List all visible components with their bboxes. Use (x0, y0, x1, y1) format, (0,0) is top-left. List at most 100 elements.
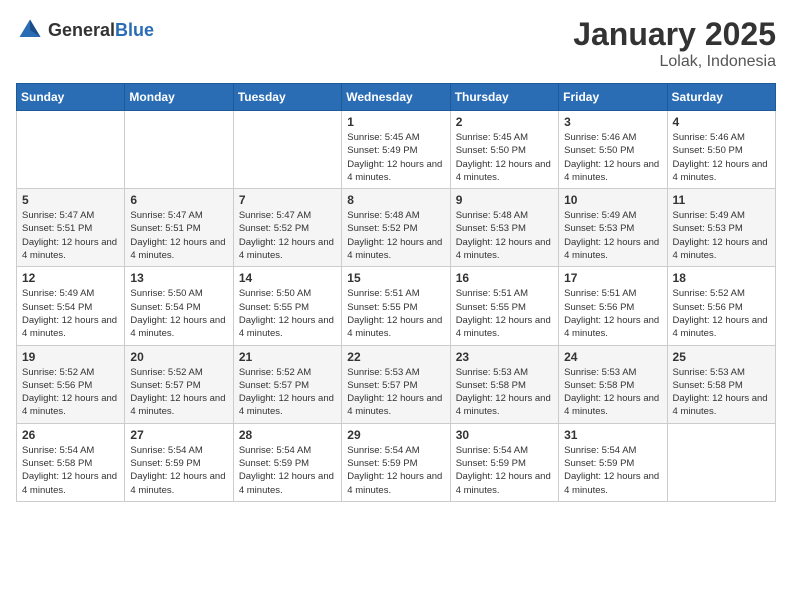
day-number: 30 (456, 428, 553, 442)
logo: GeneralBlue (16, 16, 154, 44)
calendar-cell: 29 Sunrise: 5:54 AMSunset: 5:59 PMDayligh… (342, 423, 450, 501)
day-info: Sunrise: 5:49 AMSunset: 5:53 PMDaylight:… (564, 209, 661, 262)
day-number: 24 (564, 350, 661, 364)
day-number: 5 (22, 193, 119, 207)
day-number: 3 (564, 115, 661, 129)
day-number: 4 (673, 115, 770, 129)
day-number: 14 (239, 271, 336, 285)
logo-icon (16, 16, 44, 44)
calendar-cell (667, 423, 775, 501)
calendar-cell: 26 Sunrise: 5:54 AMSunset: 5:58 PMDayligh… (17, 423, 125, 501)
day-info: Sunrise: 5:54 AMSunset: 5:59 PMDaylight:… (347, 444, 444, 497)
day-number: 25 (673, 350, 770, 364)
weekday-header: Tuesday (233, 84, 341, 111)
calendar-cell: 28Sunrise: 5:54 AMSunset: 5:59 PMDayligh… (233, 423, 341, 501)
day-info: Sunrise: 5:51 AMSunset: 5:55 PMDaylight:… (347, 287, 444, 340)
calendar-cell: 2Sunrise: 5:45 AMSunset: 5:50 PMDaylight… (450, 111, 558, 189)
weekday-header: Monday (125, 84, 233, 111)
day-info: Sunrise: 5:50 AMSunset: 5:54 PMDaylight:… (130, 287, 227, 340)
day-number: 2 (456, 115, 553, 129)
calendar-cell: 31 Sunrise: 5:54 AMSunset: 5:59 PMDayligh… (559, 423, 667, 501)
day-info: Sunrise: 5:54 AMSunset: 5:59 PMDaylight:… (564, 444, 661, 497)
calendar-cell: 7 Sunrise: 5:47 AMSunset: 5:52 PMDaylight… (233, 189, 341, 267)
day-info: Sunrise: 5:53 AMSunset: 5:58 PMDaylight:… (673, 366, 770, 419)
day-info: Sunrise: 5:54 AMSunset: 5:59 PMDaylight:… (456, 444, 553, 497)
title-block: January 2025 Lolak, Indonesia (573, 16, 776, 71)
day-number: 21 (239, 350, 336, 364)
day-number: 1 (347, 115, 444, 129)
calendar-cell: 1 Sunrise: 5:45 AMSunset: 5:49 PMDaylight… (342, 111, 450, 189)
day-number: 16 (456, 271, 553, 285)
calendar-cell: 22 Sunrise: 5:53 AMSunset: 5:57 PMDayligh… (342, 345, 450, 423)
day-number: 15 (347, 271, 444, 285)
calendar-cell: 24 Sunrise: 5:53 AMSunset: 5:58 PMDayligh… (559, 345, 667, 423)
location: Lolak, Indonesia (573, 53, 776, 71)
day-number: 31 (564, 428, 661, 442)
calendar-week-row: 1 Sunrise: 5:45 AMSunset: 5:49 PMDaylight… (17, 111, 776, 189)
weekday-header-row: SundayMondayTuesdayWednesdayThursdayFrid… (17, 84, 776, 111)
day-number: 22 (347, 350, 444, 364)
calendar-cell: 10 Sunrise: 5:49 AMSunset: 5:53 PMDayligh… (559, 189, 667, 267)
day-info: Sunrise: 5:51 AMSunset: 5:56 PMDaylight:… (564, 287, 661, 340)
day-info: Sunrise: 5:52 AMSunset: 5:56 PMDaylight:… (22, 366, 119, 419)
day-info: Sunrise: 5:53 AMSunset: 5:57 PMDaylight:… (347, 366, 444, 419)
day-info: Sunrise: 5:45 AMSunset: 5:49 PMDaylight:… (347, 131, 444, 184)
day-number: 26 (22, 428, 119, 442)
weekday-header: Thursday (450, 84, 558, 111)
day-info: Sunrise: 5:52 AMSunset: 5:57 PMDaylight:… (239, 366, 336, 419)
day-number: 17 (564, 271, 661, 285)
calendar-cell: 20Sunrise: 5:52 AMSunset: 5:57 PMDayligh… (125, 345, 233, 423)
calendar-cell: 6 Sunrise: 5:47 AMSunset: 5:51 PMDaylight… (125, 189, 233, 267)
calendar-cell: 15 Sunrise: 5:51 AMSunset: 5:55 PMDayligh… (342, 267, 450, 345)
calendar-cell: 13 Sunrise: 5:50 AMSunset: 5:54 PMDayligh… (125, 267, 233, 345)
calendar-cell: 5 Sunrise: 5:47 AMSunset: 5:51 PMDaylight… (17, 189, 125, 267)
calendar-week-row: 26 Sunrise: 5:54 AMSunset: 5:58 PMDayligh… (17, 423, 776, 501)
day-info: Sunrise: 5:54 AMSunset: 5:58 PMDaylight:… (22, 444, 119, 497)
day-number: 13 (130, 271, 227, 285)
calendar-cell: 14Sunrise: 5:50 AMSunset: 5:55 PMDayligh… (233, 267, 341, 345)
day-info: Sunrise: 5:53 AMSunset: 5:58 PMDaylight:… (456, 366, 553, 419)
day-info: Sunrise: 5:47 AMSunset: 5:51 PMDaylight:… (130, 209, 227, 262)
calendar-week-row: 12Sunrise: 5:49 AMSunset: 5:54 PMDayligh… (17, 267, 776, 345)
day-info: Sunrise: 5:52 AMSunset: 5:57 PMDaylight:… (130, 366, 227, 419)
day-info: Sunrise: 5:47 AMSunset: 5:52 PMDaylight:… (239, 209, 336, 262)
day-info: Sunrise: 5:54 AMSunset: 5:59 PMDaylight:… (239, 444, 336, 497)
calendar-cell: 25 Sunrise: 5:53 AMSunset: 5:58 PMDayligh… (667, 345, 775, 423)
day-info: Sunrise: 5:46 AMSunset: 5:50 PMDaylight:… (564, 131, 661, 184)
calendar-cell (233, 111, 341, 189)
day-info: Sunrise: 5:52 AMSunset: 5:56 PMDaylight:… (673, 287, 770, 340)
calendar-cell: 18 Sunrise: 5:52 AMSunset: 5:56 PMDayligh… (667, 267, 775, 345)
calendar-cell: 19Sunrise: 5:52 AMSunset: 5:56 PMDayligh… (17, 345, 125, 423)
day-info: Sunrise: 5:51 AMSunset: 5:55 PMDaylight:… (456, 287, 553, 340)
calendar-cell: 8Sunrise: 5:48 AMSunset: 5:52 PMDaylight… (342, 189, 450, 267)
month-year: January 2025 (573, 16, 776, 53)
calendar-cell: 16 Sunrise: 5:51 AMSunset: 5:55 PMDayligh… (450, 267, 558, 345)
calendar-table: SundayMondayTuesdayWednesdayThursdayFrid… (16, 83, 776, 502)
day-number: 11 (673, 193, 770, 207)
calendar-cell: 27Sunrise: 5:54 AMSunset: 5:59 PMDayligh… (125, 423, 233, 501)
day-number: 27 (130, 428, 227, 442)
weekday-header: Sunday (17, 84, 125, 111)
calendar-cell: 11Sunrise: 5:49 AMSunset: 5:53 PMDayligh… (667, 189, 775, 267)
calendar-week-row: 19Sunrise: 5:52 AMSunset: 5:56 PMDayligh… (17, 345, 776, 423)
day-info: Sunrise: 5:53 AMSunset: 5:58 PMDaylight:… (564, 366, 661, 419)
day-info: Sunrise: 5:48 AMSunset: 5:52 PMDaylight:… (347, 209, 444, 262)
calendar-cell: 12Sunrise: 5:49 AMSunset: 5:54 PMDayligh… (17, 267, 125, 345)
day-number: 6 (130, 193, 227, 207)
calendar-cell: 3 Sunrise: 5:46 AMSunset: 5:50 PMDaylight… (559, 111, 667, 189)
day-info: Sunrise: 5:47 AMSunset: 5:51 PMDaylight:… (22, 209, 119, 262)
calendar-week-row: 5 Sunrise: 5:47 AMSunset: 5:51 PMDaylight… (17, 189, 776, 267)
calendar-cell: 9 Sunrise: 5:48 AMSunset: 5:53 PMDaylight… (450, 189, 558, 267)
weekday-header: Friday (559, 84, 667, 111)
logo-general: GeneralBlue (48, 20, 154, 41)
day-number: 9 (456, 193, 553, 207)
day-number: 10 (564, 193, 661, 207)
calendar-cell (17, 111, 125, 189)
calendar-cell: 30 Sunrise: 5:54 AMSunset: 5:59 PMDayligh… (450, 423, 558, 501)
day-info: Sunrise: 5:48 AMSunset: 5:53 PMDaylight:… (456, 209, 553, 262)
calendar-cell: 4Sunrise: 5:46 AMSunset: 5:50 PMDaylight… (667, 111, 775, 189)
day-number: 18 (673, 271, 770, 285)
day-number: 7 (239, 193, 336, 207)
day-number: 29 (347, 428, 444, 442)
calendar-cell: 21 Sunrise: 5:52 AMSunset: 5:57 PMDayligh… (233, 345, 341, 423)
